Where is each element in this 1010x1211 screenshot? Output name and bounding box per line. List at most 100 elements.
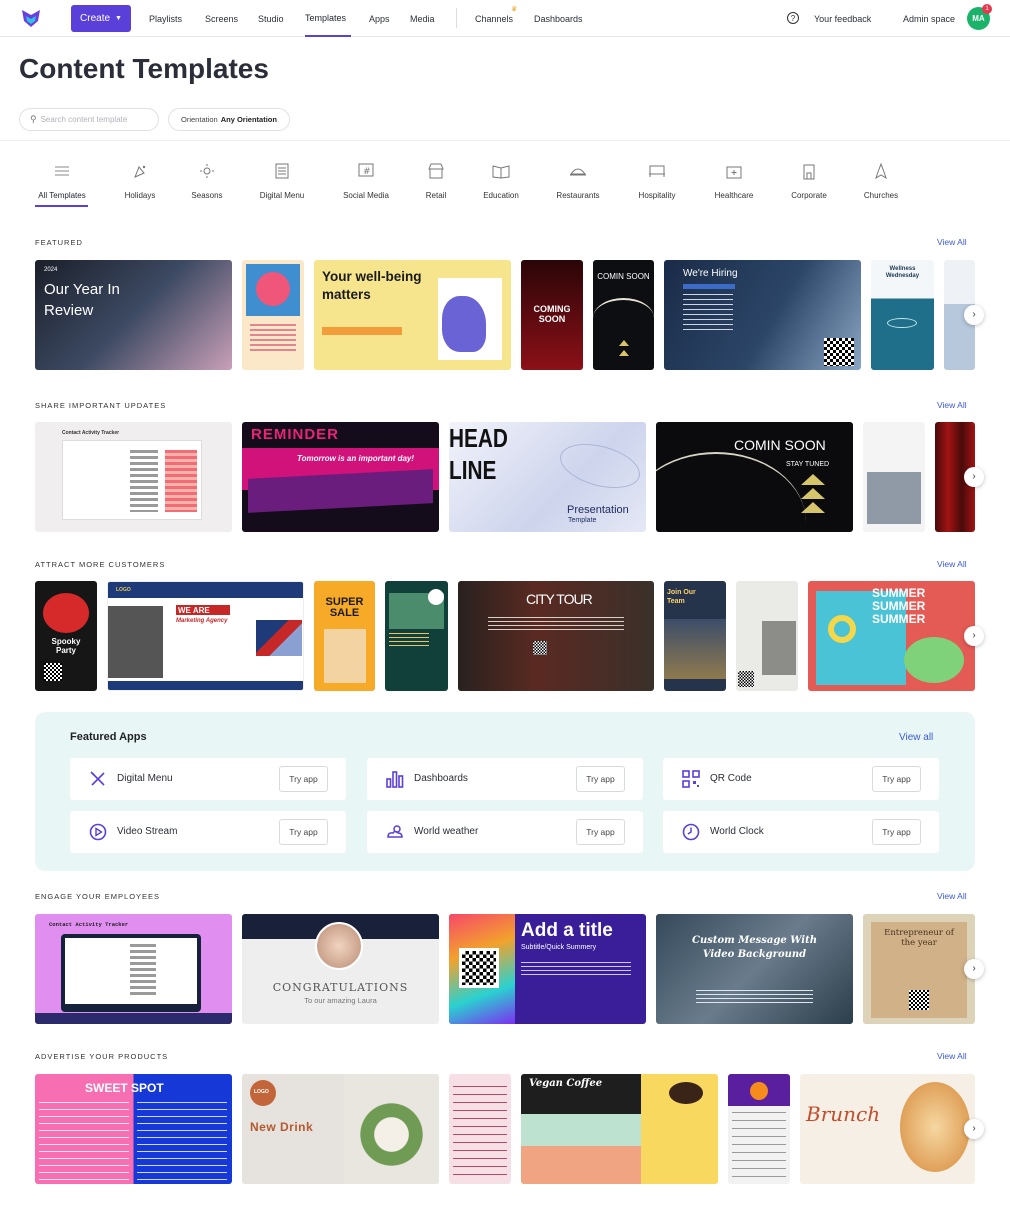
template-card[interactable]: COMING SOON — [521, 260, 583, 370]
nav-screens[interactable]: Screens — [205, 0, 238, 37]
view-all-link[interactable]: View All — [937, 237, 967, 247]
view-all-link[interactable]: View All — [937, 559, 967, 569]
nav-studio[interactable]: Studio — [258, 0, 284, 37]
category-label: Restaurants — [556, 191, 600, 200]
template-card[interactable]: Brunch — [800, 1074, 975, 1184]
divider — [0, 140, 1010, 141]
template-card[interactable]: REMINDER Tomorrow is an important day! — [242, 422, 439, 532]
app-card-world-clock[interactable]: World Clock Try app — [663, 811, 939, 853]
template-card[interactable] — [736, 581, 798, 691]
template-card[interactable]: Your well-being matters — [314, 260, 511, 370]
template-card[interactable]: SUMMER SUMMER SUMMER — [808, 581, 975, 691]
chevron-right-icon: › — [972, 471, 976, 482]
view-all-link[interactable]: View All — [937, 891, 967, 901]
bar-chart-icon — [386, 771, 404, 788]
app-card-world-weather[interactable]: World weather Try app — [367, 811, 643, 853]
template-card[interactable] — [728, 1074, 790, 1184]
template-card[interactable]: CITY TOUR — [458, 581, 654, 691]
view-all-link[interactable]: View All — [937, 1051, 967, 1061]
try-app-button[interactable]: Try app — [872, 819, 921, 845]
try-app-button[interactable]: Try app — [279, 819, 328, 845]
app-card-digital-menu[interactable]: Digital Menu Try app — [70, 758, 346, 800]
template-card[interactable]: Contact Activity Tracker — [35, 914, 232, 1024]
create-button[interactable]: Create ▼ — [71, 5, 131, 32]
template-card[interactable]: CONGRATULATIONS To our amazing Laura — [242, 914, 439, 1024]
category-social-media[interactable]: # Social Media — [326, 158, 406, 200]
nav-apps[interactable]: Apps — [369, 0, 390, 37]
template-card[interactable]: Vegan Coffee — [521, 1074, 718, 1184]
category-label: Digital Menu — [259, 191, 305, 200]
hashtag-icon: # — [326, 158, 406, 184]
try-app-button[interactable]: Try app — [279, 766, 328, 792]
nav-dashboards[interactable]: Dashboards — [534, 0, 583, 37]
template-card[interactable] — [385, 581, 448, 691]
category-corporate[interactable]: Corporate — [769, 158, 849, 200]
template-card[interactable]: LOGO WE ARE Marketing Agency — [107, 581, 304, 691]
orientation-filter[interactable]: Orientation Any Orientation — [168, 108, 290, 131]
template-card[interactable] — [863, 422, 925, 532]
app-card-qr-code[interactable]: QR Code Try app — [663, 758, 939, 800]
tile-title: Custom Message With Video Background — [692, 935, 817, 960]
template-card[interactable]: Add a title Subtitle/Quick Summery — [449, 914, 646, 1024]
app-name: World Clock — [710, 826, 764, 837]
app-name: Digital Menu — [117, 773, 173, 784]
app-name: QR Code — [710, 773, 752, 784]
template-card[interactable]: Contact Activity Tracker — [35, 422, 232, 532]
template-card[interactable]: Wellness Wednesday — [871, 260, 934, 370]
carousel-next-button[interactable]: › — [964, 626, 984, 646]
template-card[interactable]: Spooky Party — [35, 581, 97, 691]
try-app-button[interactable]: Try app — [872, 766, 921, 792]
template-card[interactable]: Entrepreneur of the year — [863, 914, 975, 1024]
app-card-dashboards[interactable]: Dashboards Try app — [367, 758, 643, 800]
carousel-next-button[interactable]: › — [964, 467, 984, 487]
template-card[interactable] — [449, 1074, 511, 1184]
template-card[interactable]: SUPER SALE — [314, 581, 375, 691]
chevron-right-icon: › — [972, 1123, 976, 1134]
template-card[interactable]: 2024 Our Year In Review — [35, 260, 232, 370]
search-input[interactable]: ⚲ Search content template — [19, 108, 159, 131]
notification-badge: 1 — [982, 4, 992, 14]
template-card[interactable]: LOGO New Drink — [242, 1074, 439, 1184]
category-label: Healthcare — [714, 191, 754, 200]
app-logo-icon[interactable] — [20, 7, 42, 29]
category-restaurants[interactable]: Restaurants — [538, 158, 618, 200]
tile-title: Join Our Team — [667, 589, 696, 605]
cloche-icon — [538, 158, 618, 184]
carousel-next-button[interactable]: › — [964, 305, 984, 325]
template-card[interactable]: HEAD LINE Presentation Template — [449, 422, 646, 532]
category-healthcare[interactable]: Healthcare — [694, 158, 774, 200]
page-title: Content Templates — [19, 53, 269, 84]
category-education[interactable]: Education — [461, 158, 541, 200]
template-card[interactable] — [242, 260, 304, 370]
template-card[interactable]: COMIN SOON — [593, 260, 654, 370]
category-all-templates[interactable]: All Templates — [22, 158, 102, 200]
feedback-link[interactable]: Your feedback — [814, 0, 871, 37]
category-active-underline — [35, 205, 88, 207]
nav-templates[interactable]: Templates — [305, 0, 351, 37]
crown-icon: ♛ — [511, 6, 518, 13]
list-icon — [22, 158, 102, 184]
category-hospitality[interactable]: Hospitality — [617, 158, 697, 200]
category-digital-menu[interactable]: Digital Menu — [242, 158, 322, 200]
app-card-video-stream[interactable]: Video Stream Try app — [70, 811, 346, 853]
carousel-next-button[interactable]: › — [964, 959, 984, 979]
template-card[interactable]: SWEET SPOT — [35, 1074, 232, 1184]
category-churches[interactable]: Churches — [841, 158, 921, 200]
help-icon[interactable]: ? — [787, 12, 799, 24]
category-seasons[interactable]: Seasons — [167, 158, 247, 200]
view-all-apps-link[interactable]: View all — [899, 732, 933, 743]
workspace-switcher[interactable]: Admin space — [903, 0, 955, 37]
try-app-button[interactable]: Try app — [576, 766, 625, 792]
template-card[interactable]: COMIN SOON STAY TUNED — [656, 422, 853, 532]
try-app-button[interactable]: Try app — [576, 819, 625, 845]
template-card[interactable]: We're Hiring — [664, 260, 861, 370]
nav-playlists[interactable]: Playlists — [149, 0, 182, 37]
nav-media[interactable]: Media — [410, 0, 435, 37]
tile-subtitle: Marketing Agency — [176, 618, 228, 624]
carousel-next-button[interactable]: › — [964, 1119, 984, 1139]
template-card[interactable]: Custom Message With Video Background — [656, 914, 853, 1024]
template-card[interactable]: Join Our Team — [664, 581, 726, 691]
nav-channels[interactable]: Channels — [475, 0, 513, 37]
view-all-link[interactable]: View All — [937, 400, 967, 410]
tile-title: Entrepreneur of the year — [884, 928, 954, 948]
